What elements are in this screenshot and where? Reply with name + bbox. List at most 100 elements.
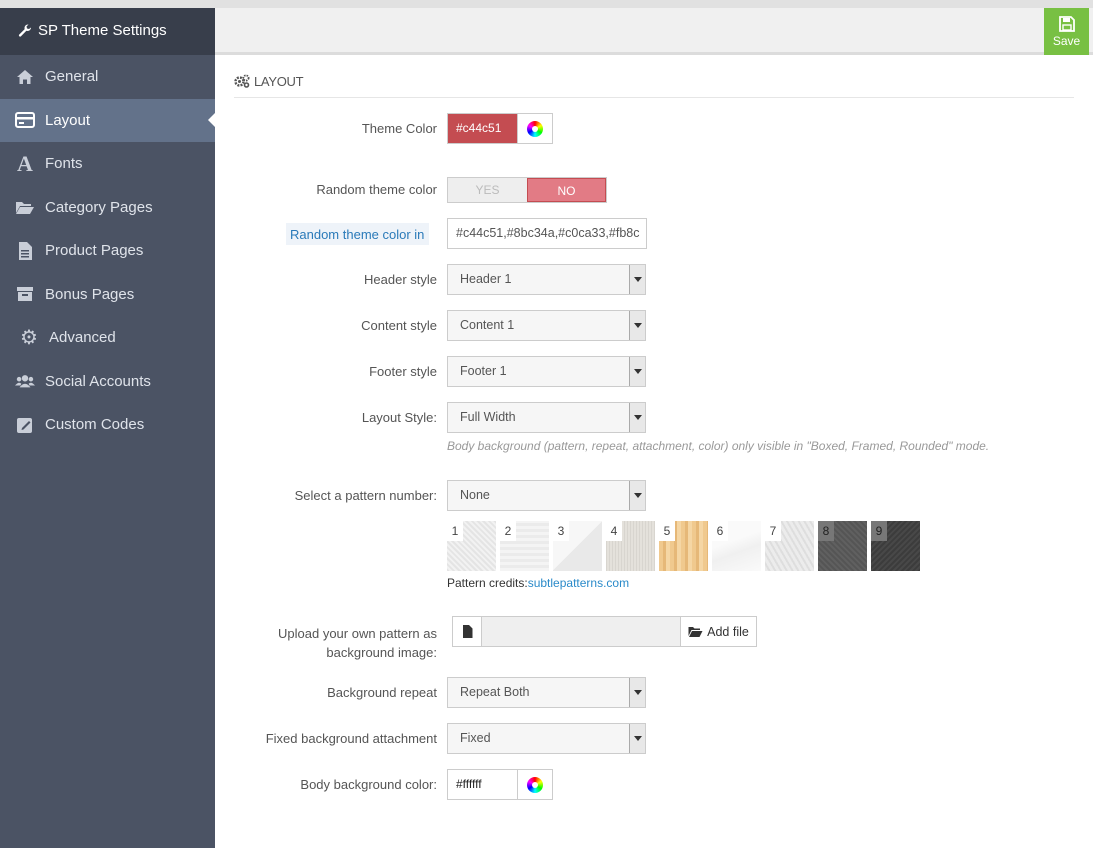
select-value: Content 1 (460, 318, 515, 332)
top-strip (0, 0, 1093, 8)
save-icon (1058, 15, 1075, 32)
select-value: Header 1 (460, 272, 512, 286)
fixed-attachment-label: Fixed background attachment (265, 731, 437, 746)
pattern-swatch-6[interactable]: 6 (712, 521, 761, 571)
pattern-swatch-2[interactable]: 2 (500, 521, 549, 571)
pattern-number: 3 (553, 521, 569, 541)
pattern-credits-text: Pattern credits: (447, 576, 528, 590)
pattern-number: 5 (659, 521, 675, 541)
pattern-number: 4 (606, 521, 622, 541)
theme-color-label: Theme Color (361, 121, 437, 136)
select-value: Footer 1 (460, 364, 507, 378)
color-wheel-icon (527, 120, 543, 137)
random-theme-colors-input[interactable]: #c44c51,#8bc34a,#c0ca33,#fb8c (447, 218, 647, 249)
sidebar-title: SP Theme Settings (0, 8, 215, 55)
app-title: SP Theme Settings (38, 22, 167, 39)
file-icon (453, 617, 482, 646)
chevron-down-icon (629, 403, 645, 432)
footer-style-select[interactable]: Footer 1 (447, 356, 646, 387)
pattern-number: 7 (765, 521, 781, 541)
pattern-number: 8 (818, 521, 834, 541)
folder-open-icon (15, 197, 35, 217)
chevron-down-icon (629, 357, 645, 386)
pattern-swatch-7[interactable]: 7 (765, 521, 814, 571)
pattern-number: 9 (871, 521, 887, 541)
upload-label-line-2: background image: (326, 645, 437, 660)
layout-style-label: Layout Style: (361, 410, 437, 425)
header-style-select[interactable]: Header 1 (447, 264, 646, 295)
random-theme-color-in-label: Random theme color in (286, 223, 430, 245)
panel-title: LAYOUT (234, 72, 1074, 98)
header-style-label: Header style (364, 272, 437, 287)
pattern-swatch-3[interactable]: 3 (553, 521, 602, 571)
content-style-select[interactable]: Content 1 (447, 310, 646, 341)
footer-style-label: Footer style (369, 364, 437, 379)
fixed-attachment-select[interactable]: Fixed (447, 723, 646, 754)
sidebar-item-product-pages[interactable]: Product Pages (0, 229, 215, 273)
sidebar-item-fonts[interactable]: A Fonts (0, 142, 215, 186)
wrench-icon (18, 24, 31, 37)
body-bg-color-control: #ffffff (447, 769, 553, 800)
sidebar-item-label: Category Pages (45, 198, 153, 216)
chevron-down-icon (629, 724, 645, 753)
pattern-number: 1 (447, 521, 463, 541)
pattern-swatch-9[interactable]: 9 (871, 521, 920, 571)
sidebar-item-label: General (45, 68, 99, 86)
theme-color-control: #c44c51 (447, 113, 553, 144)
save-button[interactable]: Save (1044, 8, 1089, 55)
chevron-down-icon (629, 311, 645, 340)
select-value: Full Width (460, 410, 516, 424)
pattern-number: 2 (500, 521, 516, 541)
toolbar: Save (215, 8, 1093, 55)
home-icon (15, 67, 35, 87)
pattern-number: 6 (712, 521, 728, 541)
select-value: Fixed (460, 731, 491, 745)
content-style-label: Content style (361, 318, 437, 333)
pattern-swatch-1[interactable]: 1 (447, 521, 496, 571)
panel-title-text: LAYOUT (254, 74, 304, 89)
pattern-swatches: 1 2 3 4 5 6 7 8 9 (447, 521, 920, 571)
random-theme-color-toggle: YES NO (447, 177, 607, 203)
folder-open-icon (688, 626, 703, 637)
select-value: Repeat Both (460, 685, 530, 699)
add-file-button[interactable]: Add file (680, 617, 756, 646)
sidebar-item-label: Fonts (45, 155, 83, 173)
body-bg-color-picker-button[interactable] (517, 770, 552, 799)
add-file-label: Add file (707, 624, 749, 639)
sidebar-item-label: Bonus Pages (45, 285, 135, 303)
upload-pattern-control: Add file (452, 616, 757, 647)
pattern-number-select[interactable]: None (447, 480, 646, 511)
pattern-swatch-5[interactable]: 5 (659, 521, 708, 571)
background-repeat-select[interactable]: Repeat Both (447, 677, 646, 708)
layout-style-select[interactable]: Full Width (447, 402, 646, 433)
file-icon (15, 241, 35, 261)
random-theme-color-label: Random theme color (316, 182, 437, 197)
color-wheel-icon (527, 776, 543, 793)
archive-icon (15, 284, 35, 304)
chevron-down-icon (629, 265, 645, 294)
sidebar-item-label: Product Pages (45, 242, 144, 260)
background-repeat-label: Background repeat (327, 685, 437, 700)
theme-color-picker-button[interactable] (517, 114, 552, 143)
body-bg-color-label: Body background color: (300, 777, 437, 792)
sidebar-item-general[interactable]: General (0, 55, 215, 99)
cogs-icon (234, 74, 250, 88)
upload-label-line-1: Upload your own pattern as (278, 626, 437, 641)
pattern-credits-link[interactable]: subtlepatterns.com (528, 576, 629, 590)
pattern-credits: Pattern credits:subtlepatterns.com (447, 576, 629, 590)
toggle-no-option[interactable]: NO (526, 178, 606, 202)
file-path-input[interactable] (482, 617, 680, 646)
save-label: Save (1052, 33, 1081, 48)
pattern-number-label: Select a pattern number: (294, 488, 437, 503)
upload-pattern-label: Upload your own pattern as background im… (0, 624, 437, 662)
pattern-swatch-8[interactable]: 8 (818, 521, 867, 571)
toggle-yes-option[interactable]: YES (448, 178, 527, 202)
select-value: None (460, 488, 490, 502)
theme-color-input[interactable]: #c44c51 (448, 114, 517, 143)
pattern-swatch-4[interactable]: 4 (606, 521, 655, 571)
chevron-down-icon (629, 481, 645, 510)
chevron-down-icon (629, 678, 645, 707)
body-bg-color-input[interactable]: #ffffff (448, 770, 517, 799)
font-icon: A (17, 150, 33, 176)
layout-style-hint: Body background (pattern, repeat, attach… (447, 439, 990, 453)
